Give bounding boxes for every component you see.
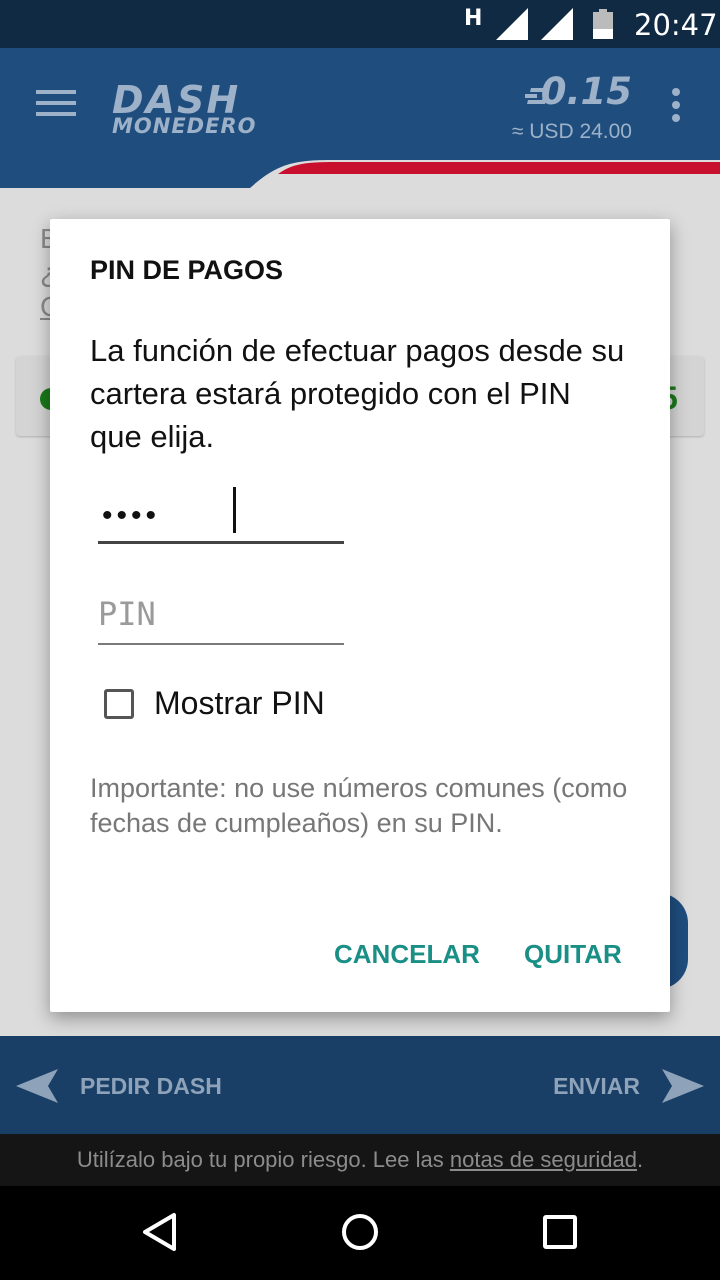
battery-icon	[593, 9, 613, 39]
show-pin-row[interactable]: Mostrar PIN	[104, 685, 325, 722]
pin-input[interactable]: ••••	[98, 487, 344, 544]
fiat-balance: ≈ USD 24.00	[511, 120, 632, 143]
security-notes-link[interactable]: notas de seguridad	[450, 1147, 637, 1172]
clock: 20:47	[634, 8, 718, 42]
request-dash-label: PEDIR DASH	[80, 1072, 222, 1099]
home-icon[interactable]	[340, 1212, 380, 1252]
dialog-note: Importante: no use números comunes (como…	[90, 773, 628, 838]
text-cursor	[233, 487, 236, 533]
signal-icon	[541, 8, 573, 40]
send-button[interactable]: ENVIAR	[553, 1064, 704, 1108]
header-wave-decoration	[0, 160, 720, 188]
send-label: ENVIAR	[553, 1072, 640, 1099]
balance-amount[interactable]: 0.15	[541, 70, 632, 113]
network-type-label: H	[464, 6, 483, 31]
status-bar: H 20:47	[0, 0, 720, 48]
app-header	[0, 48, 720, 188]
arrow-left-icon	[16, 1069, 58, 1103]
cancel-button[interactable]: CANCELAR	[320, 931, 494, 978]
pin-input-value: ••••	[102, 499, 161, 532]
request-dash-button[interactable]: PEDIR DASH	[16, 1064, 222, 1108]
dialog-message: La función de efectuar pagos desde su ca…	[90, 333, 625, 454]
menu-icon[interactable]	[36, 90, 76, 120]
pin-dialog: PIN DE PAGOS La función de efectuar pago…	[50, 219, 670, 1012]
signal-icon	[496, 8, 528, 40]
pin-confirm-field[interactable]	[98, 589, 344, 645]
arrow-right-icon	[662, 1069, 704, 1103]
quit-button[interactable]: QUITAR	[510, 931, 636, 978]
recent-apps-icon[interactable]	[542, 1214, 578, 1250]
security-disclaimer: Utilízalo bajo tu propio riesgo. Lee las…	[0, 1134, 720, 1186]
show-pin-label: Mostrar PIN	[154, 685, 325, 721]
overflow-menu-icon[interactable]	[672, 88, 680, 127]
back-icon[interactable]	[140, 1212, 180, 1252]
logo-subtitle: MONEDERO	[112, 114, 257, 138]
dialog-title: PIN DE PAGOS	[90, 255, 284, 285]
show-pin-checkbox[interactable]	[104, 688, 134, 719]
pin-confirm-input[interactable]	[98, 589, 338, 639]
